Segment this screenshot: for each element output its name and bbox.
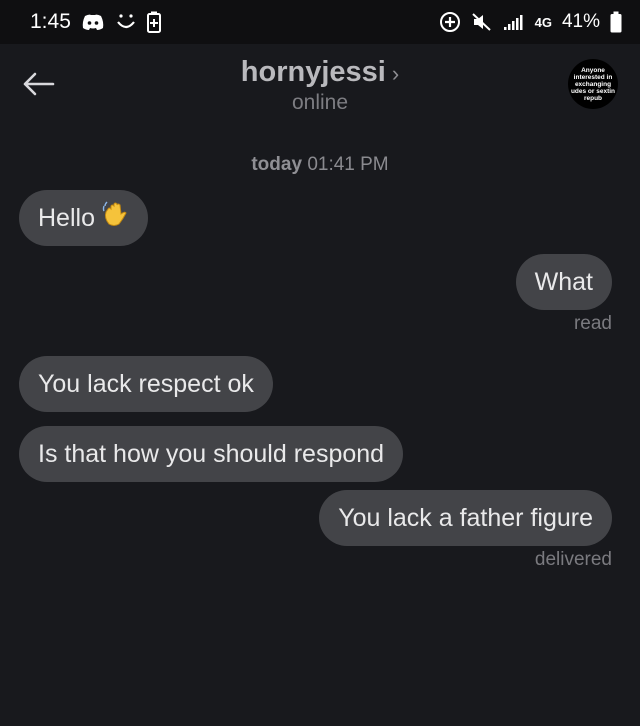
- timestamp-time: 01:41 PM: [307, 154, 389, 175]
- avatar-text: Anyone interested in exchanging udes or …: [570, 66, 616, 102]
- contact-info: hornyjessi › online: [0, 56, 640, 115]
- message-text: You lack a father figure: [338, 504, 593, 532]
- chat-header: hornyjessi › online Anyone interested in…: [0, 44, 640, 130]
- timestamp-day: today: [251, 154, 303, 175]
- contact-name: hornyjessi: [240, 56, 386, 88]
- status-time: 1:45: [30, 10, 71, 33]
- delivery-receipt: delivered: [534, 549, 612, 570]
- message-bubble-outgoing[interactable]: You lack a father figure: [319, 490, 612, 546]
- status-bar-left: 1:45: [30, 10, 161, 34]
- message-bubble-incoming[interactable]: Hello: [19, 190, 148, 246]
- presence-status: online: [291, 91, 349, 114]
- chat-screen: 1:45 4G 41% hornyjessi › online Anyone i…: [0, 0, 640, 726]
- data-saver-icon: [439, 11, 461, 33]
- signal-icon: [503, 13, 525, 31]
- message-bubble-incoming[interactable]: Is that how you should respond: [19, 426, 404, 482]
- message-timestamp: today 01:41 PM: [0, 154, 640, 176]
- battery-icon: [610, 11, 622, 33]
- message-list[interactable]: today 01:41 PM Hello What read You lack …: [0, 130, 640, 726]
- mute-icon: [471, 12, 493, 32]
- message-text: Is that how you should respond: [38, 440, 385, 468]
- message-text: You lack respect ok: [38, 370, 254, 398]
- battery-saver-icon: [146, 11, 161, 33]
- status-bar: 1:45 4G 41%: [0, 0, 640, 44]
- message-bubble-incoming[interactable]: You lack respect ok: [19, 356, 273, 412]
- battery-percent: 41%: [561, 11, 600, 32]
- chevron-right-icon: ›: [391, 60, 400, 86]
- message-text: Hello: [38, 204, 95, 232]
- discord-icon: [81, 13, 105, 31]
- contact-title-button[interactable]: hornyjessi ›: [241, 56, 399, 89]
- message-bubble-outgoing[interactable]: What: [515, 254, 612, 310]
- network-type: 4G: [534, 14, 552, 30]
- message-text: What: [534, 268, 593, 296]
- read-receipt: read: [573, 313, 612, 334]
- avatar[interactable]: Anyone interested in exchanging udes or …: [568, 59, 618, 109]
- smile-icon: [115, 12, 137, 32]
- waving-hand-icon: [101, 192, 129, 248]
- status-bar-right: 4G 41%: [439, 11, 622, 33]
